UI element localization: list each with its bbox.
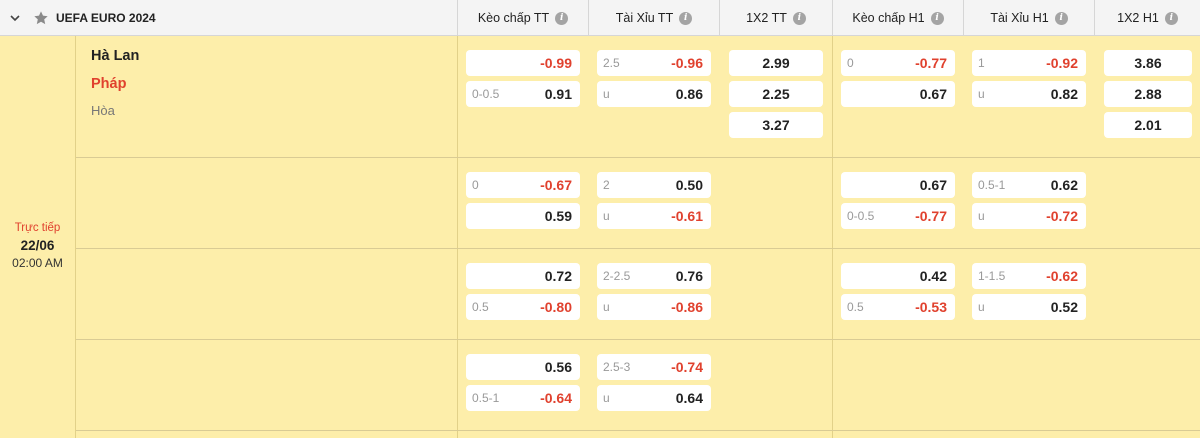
odds-cell-ou-ft[interactable]: 2 0.50 bbox=[597, 172, 711, 198]
live-status: Trực tiếp bbox=[14, 222, 61, 234]
odds-cell-hdp-ft[interactable]: 0 -0.67 bbox=[466, 172, 580, 198]
info-icon[interactable]: i bbox=[555, 11, 569, 25]
odds-cell-hdp-h1[interactable]: 0.67 bbox=[841, 81, 955, 107]
home-team[interactable]: Hà Lan bbox=[91, 48, 139, 64]
odds-cell-hdp-ft[interactable]: 0-0.5 0.91 bbox=[466, 81, 580, 107]
info-icon[interactable]: i bbox=[1054, 11, 1068, 25]
odds-cell-1x2-h1[interactable]: 3.86 bbox=[1104, 50, 1192, 76]
odds-cell-ou-ft[interactable]: 2.5-3 -0.74 bbox=[597, 354, 711, 380]
match-time: 02:00 AM bbox=[12, 256, 63, 270]
odds-cell-hdp-ft[interactable]: 0.56 bbox=[466, 354, 580, 380]
odds-cell-ou-ft[interactable]: u 0.64 bbox=[597, 385, 711, 411]
odds-cell-ou-ft[interactable]: u 0.86 bbox=[597, 81, 711, 107]
league-header: UEFA EURO 2024 Kèo chấp TT i Tài Xỉu TT i … bbox=[0, 0, 1200, 36]
info-icon[interactable]: i bbox=[1164, 11, 1178, 25]
chevron-down-icon[interactable] bbox=[0, 0, 30, 36]
league-title: UEFA EURO 2024 bbox=[56, 11, 156, 25]
match-date: 22/06 bbox=[20, 238, 55, 253]
odds-cell-hdp-h1[interactable]: 0.5 -0.53 bbox=[841, 294, 955, 320]
odds-cell-1x2-ft[interactable]: 3.27 bbox=[729, 112, 823, 138]
row-divider bbox=[76, 248, 1200, 249]
away-team[interactable]: Pháp bbox=[91, 76, 126, 92]
odds-cell-hdp-ft[interactable]: 0.59 bbox=[466, 203, 580, 229]
column-header-hdp-ft: Kèo chấp TT i bbox=[457, 0, 588, 36]
draw-label: Hòa bbox=[91, 103, 115, 118]
info-icon[interactable]: i bbox=[679, 11, 693, 25]
column-header-ou-h1: Tài Xỉu H1 i bbox=[963, 0, 1094, 36]
info-icon[interactable]: i bbox=[792, 11, 806, 25]
column-header-1x2-ft: 1X2 TT i bbox=[719, 0, 832, 36]
column-header-hdp-h1: Kèo chấp H1 i bbox=[832, 0, 963, 36]
odds-cell-ou-h1[interactable]: 1 -0.92 bbox=[972, 50, 1086, 76]
info-icon[interactable]: i bbox=[930, 11, 944, 25]
row-divider bbox=[76, 157, 1200, 158]
odds-cell-1x2-ft[interactable]: 2.25 bbox=[729, 81, 823, 107]
odds-cell-hdp-h1[interactable]: 0.67 bbox=[841, 172, 955, 198]
star-icon[interactable] bbox=[30, 0, 52, 36]
odds-cell-1x2-ft[interactable]: 2.99 bbox=[729, 50, 823, 76]
odds-cell-hdp-ft[interactable]: 0.72 bbox=[466, 263, 580, 289]
match-time-column: Trực tiếp 22/06 02:00 AM bbox=[0, 36, 76, 438]
odds-cell-ou-h1[interactable]: u 0.52 bbox=[972, 294, 1086, 320]
column-divider bbox=[457, 36, 458, 438]
column-header-1x2-h1: 1X2 H1 i bbox=[1094, 0, 1200, 36]
column-divider bbox=[832, 36, 833, 438]
row-divider bbox=[76, 339, 1200, 340]
odds-cell-ou-h1[interactable]: 0.5-1 0.62 bbox=[972, 172, 1086, 198]
odds-cell-ou-h1[interactable]: u 0.82 bbox=[972, 81, 1086, 107]
odds-cell-hdp-h1[interactable]: 0 -0.77 bbox=[841, 50, 955, 76]
row-divider bbox=[76, 430, 1200, 431]
odds-cell-hdp-ft[interactable]: 0.5-1 -0.64 bbox=[466, 385, 580, 411]
odds-cell-hdp-h1[interactable]: 0.42 bbox=[841, 263, 955, 289]
odds-cell-hdp-h1[interactable]: 0-0.5 -0.77 bbox=[841, 203, 955, 229]
odds-cell-hdp-ft[interactable]: -0.99 bbox=[466, 50, 580, 76]
column-header-ou-ft: Tài Xỉu TT i bbox=[588, 0, 719, 36]
odds-cell-ou-h1[interactable]: 1-1.5 -0.62 bbox=[972, 263, 1086, 289]
odds-cell-ou-ft[interactable]: 2.5 -0.96 bbox=[597, 50, 711, 76]
odds-cell-ou-h1[interactable]: u -0.72 bbox=[972, 203, 1086, 229]
odds-cell-ou-ft[interactable]: u -0.61 bbox=[597, 203, 711, 229]
odds-cell-ou-ft[interactable]: u -0.86 bbox=[597, 294, 711, 320]
odds-cell-1x2-h1[interactable]: 2.88 bbox=[1104, 81, 1192, 107]
odds-cell-1x2-h1[interactable]: 2.01 bbox=[1104, 112, 1192, 138]
odds-cell-ou-ft[interactable]: 2-2.5 0.76 bbox=[597, 263, 711, 289]
odds-cell-hdp-ft[interactable]: 0.5 -0.80 bbox=[466, 294, 580, 320]
